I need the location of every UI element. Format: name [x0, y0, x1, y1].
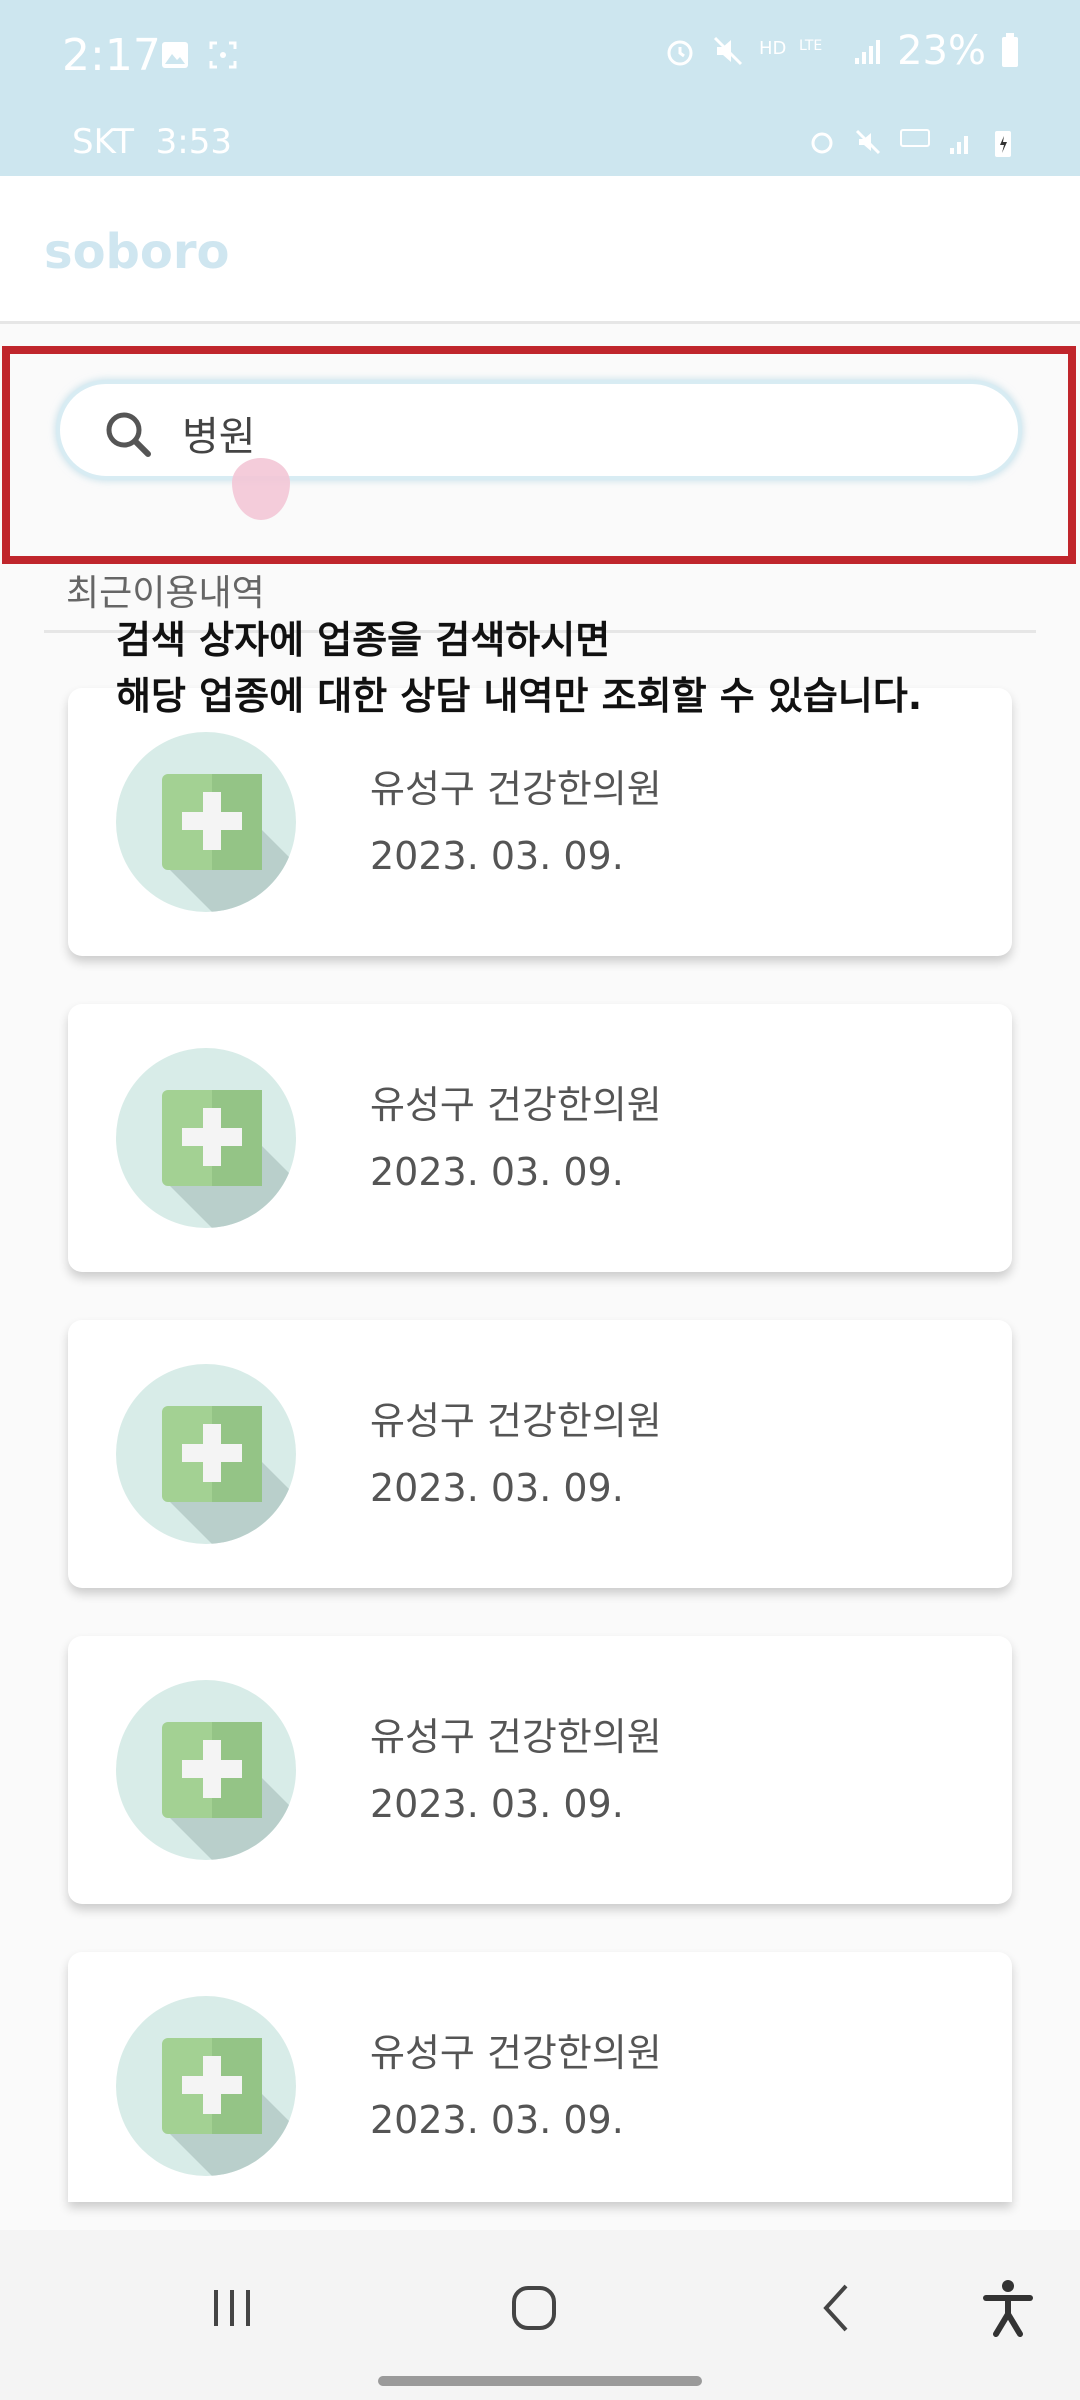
hospital-avatar — [116, 1364, 296, 1544]
item-date: 2023. 03. 09. — [370, 1782, 624, 1826]
alarm-icon — [811, 132, 833, 154]
svg-text:HD: HD — [759, 38, 786, 59]
medical-cross-icon — [162, 1722, 296, 1860]
back-icon[interactable] — [798, 2268, 878, 2348]
medical-cross-icon — [162, 774, 296, 912]
hospital-avatar — [116, 732, 296, 912]
medical-cross-icon — [162, 1406, 296, 1544]
item-name: 유성구 건강한의원 — [370, 2031, 662, 2075]
list-item[interactable]: 유성구 건강한의원 2023. 03. 09. — [68, 688, 1012, 956]
battery-icon — [1002, 33, 1018, 67]
list-item[interactable]: 유성구 건강한의원 2023. 03. 09. — [68, 1636, 1012, 1904]
battery-percent: 23% — [897, 28, 986, 74]
medical-cross-icon — [162, 1090, 296, 1228]
medical-cross-icon — [162, 2038, 296, 2176]
gesture-bar — [378, 2376, 702, 2386]
carrier-label: SKT — [72, 122, 135, 162]
status-time: 2:17 — [62, 30, 161, 81]
hospital-avatar — [116, 1996, 296, 2176]
svg-text:LTE: LTE — [799, 38, 822, 54]
mute-icon — [714, 36, 743, 66]
hd-lte-icon: HD LTE — [759, 38, 822, 59]
guide-line-1: 검색 상자에 업종을 검색하시면 — [116, 618, 611, 662]
hospital-avatar — [116, 1680, 296, 1860]
item-date: 2023. 03. 09. — [370, 834, 624, 878]
battery-charging-icon — [995, 131, 1011, 157]
guide-line-2: 해당 업종에 대한 상담 내역만 조회할 수 있습니다. — [116, 674, 923, 718]
app-title: soboro — [44, 224, 230, 280]
signal-icon — [855, 40, 881, 64]
recent-history-label: 최근이용내역 — [66, 573, 265, 614]
item-name: 유성구 건강한의원 — [370, 1399, 662, 1443]
alarm-icon — [667, 40, 693, 66]
data-icon — [900, 129, 930, 147]
inner-time: 3:53 — [155, 122, 232, 162]
item-date: 2023. 03. 09. — [370, 1466, 624, 1510]
item-name: 유성구 건강한의원 — [370, 1715, 662, 1759]
item-date: 2023. 03. 09. — [370, 2098, 624, 2142]
item-date: 2023. 03. 09. — [370, 1150, 624, 1194]
item-name: 유성구 건강한의원 — [370, 1083, 662, 1127]
status-bar: 2:17 HD LTE 23% — [0, 0, 1080, 118]
signal-icon — [950, 136, 968, 154]
gallery-icon — [162, 42, 188, 68]
list-item[interactable]: 유성구 건강한의원 2023. 03. 09. — [68, 1004, 1012, 1272]
search-highlight-box — [2, 346, 1076, 564]
screenshot-icon — [209, 41, 237, 69]
list-item[interactable]: 유성구 건강한의원 2023. 03. 09. — [68, 1952, 1012, 2202]
mute-icon — [855, 129, 881, 155]
home-icon[interactable] — [494, 2268, 574, 2348]
item-name: 유성구 건강한의원 — [370, 767, 662, 811]
list-item[interactable]: 유성구 건강한의원 2023. 03. 09. — [68, 1320, 1012, 1588]
inner-status-bar: SKT 3:53 — [0, 118, 1080, 176]
hospital-avatar — [116, 1048, 296, 1228]
recent-apps-icon[interactable] — [192, 2268, 272, 2348]
app-bar: soboro — [0, 176, 1080, 324]
accessibility-icon[interactable] — [968, 2268, 1048, 2348]
system-nav-bar — [0, 2230, 1080, 2400]
guide-text: 검색 상자에 업종을 검색하시면 해당 업종에 대한 상담 내역만 조회할 수 … — [116, 612, 922, 724]
